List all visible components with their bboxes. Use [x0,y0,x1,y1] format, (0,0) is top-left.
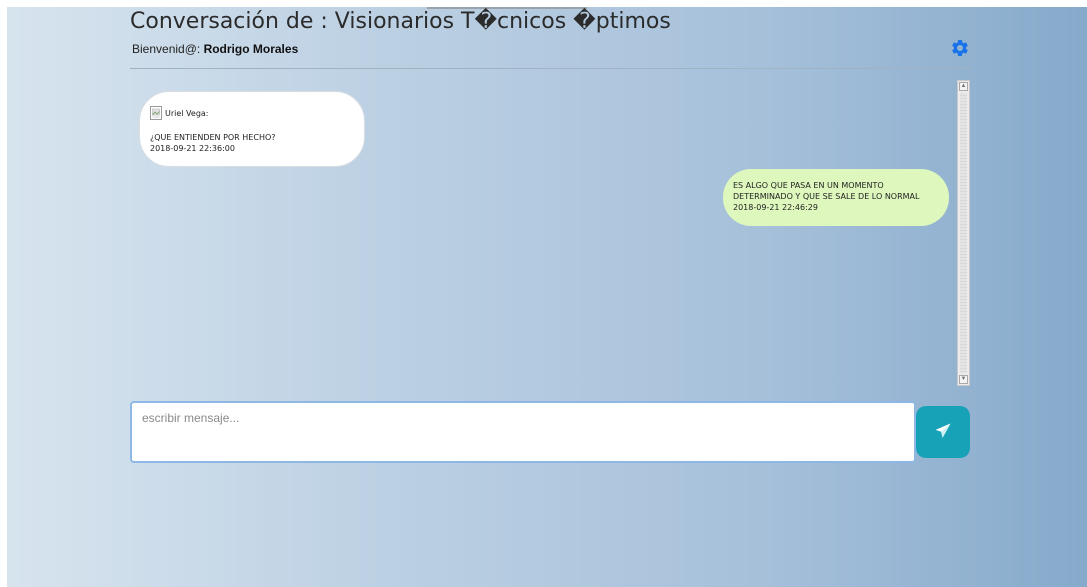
welcome-prefix: Bienvenid@: [132,42,204,56]
scroll-down-arrow-icon[interactable]: ▼ [959,375,968,384]
header-divider [130,68,973,69]
paper-plane-icon [934,422,952,443]
message-text-line-2: DETERMINADO Y QUE SE SALE DE LO NORMAL [733,192,920,201]
gear-icon[interactable] [950,38,970,58]
message-input[interactable] [130,401,916,463]
message-timestamp: 2018-09-21 22:36:00 [150,144,235,153]
welcome-line: Bienvenid@: Rodrigo Morales [132,42,298,56]
broken-image-icon [150,106,162,120]
message-list: Uriel Vega: ¿QUE ENTIENDEN POR HECHO? 20… [130,80,957,386]
chat-page: Conversación de : Visionarios T�cnicos �… [7,7,1087,587]
send-button[interactable] [916,406,970,458]
message-scrollbar[interactable]: ▲ ▼ [957,80,970,386]
scroll-track[interactable] [960,93,967,373]
message-sender-line: Uriel Vega: [150,106,354,120]
message-text-line-1: ES ALGO QUE PASA EN UN MOMENTO [733,181,884,190]
message-sender: Uriel Vega: [165,108,209,118]
message-timestamp: 2018-09-21 22:46:29 [733,203,818,212]
incoming-message: Uriel Vega: ¿QUE ENTIENDEN POR HECHO? 20… [139,91,365,167]
outgoing-message: ES ALGO QUE PASA EN UN MOMENTO DETERMINA… [723,169,949,226]
user-name: Rodrigo Morales [203,42,299,56]
conversation-title: Conversación de : Visionarios T�cnicos �… [130,9,671,34]
scroll-up-arrow-icon[interactable]: ▲ [959,82,968,91]
message-text: ¿QUE ENTIENDEN POR HECHO? [150,133,276,142]
